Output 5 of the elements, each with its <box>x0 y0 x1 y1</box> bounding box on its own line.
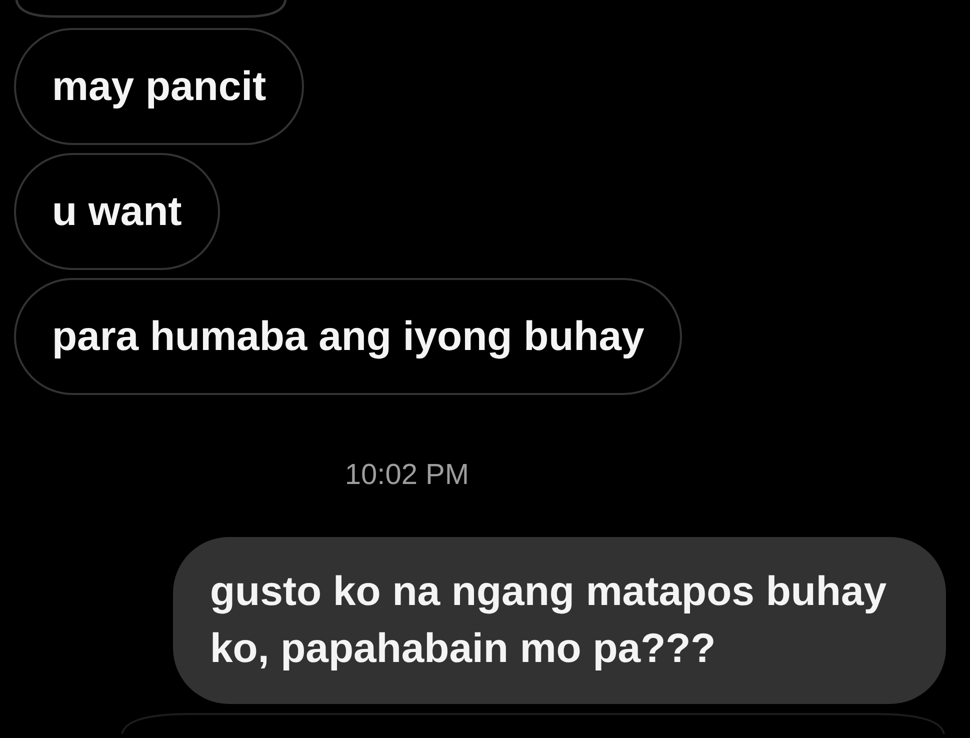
message-bubble: para humaba ang iyong buhay <box>14 278 682 395</box>
timestamp: 10:02 PM <box>344 460 470 490</box>
message-bubble: u want <box>14 153 220 270</box>
message-bubble: gusto ko na ngang matapos buhay ko, papahabain mo pa??? <box>173 537 946 704</box>
message-bubble: may pancit <box>14 28 304 145</box>
